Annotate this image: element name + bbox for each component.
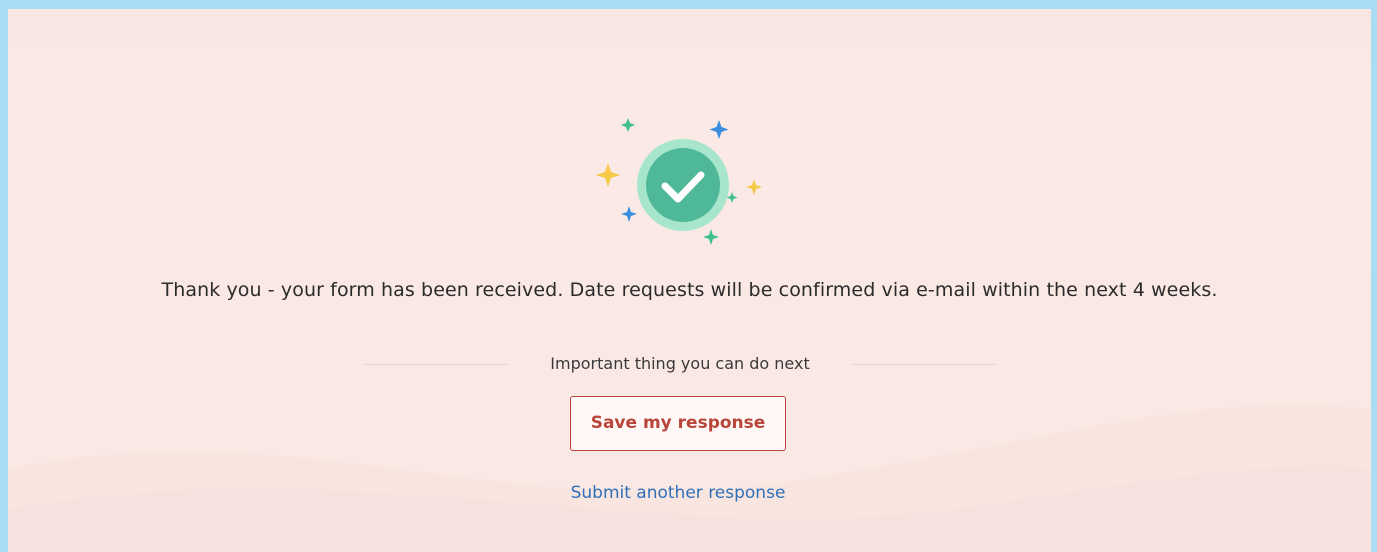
divider-line-left (365, 364, 507, 365)
sparkle-icon (621, 118, 635, 132)
submit-another-response-link[interactable]: Submit another response (8, 483, 1348, 503)
check-circle-icon (637, 139, 729, 231)
next-steps-divider: Important thing you can do next (365, 352, 995, 376)
sparkle-icon (709, 120, 729, 139)
confirmation-panel: Thank you - your form has been received.… (8, 9, 1371, 552)
sparkle-icon (621, 206, 637, 222)
next-steps-heading: Important thing you can do next (550, 354, 810, 373)
sparkle-icon (746, 179, 762, 195)
sparkle-icon (703, 229, 719, 245)
success-badge-icon (596, 118, 762, 245)
divider-line-right (853, 364, 995, 365)
sparkle-icon (596, 163, 620, 187)
save-response-button[interactable]: Save my response (570, 396, 786, 451)
confirmation-message: Thank you - your form has been received.… (161, 279, 1218, 301)
